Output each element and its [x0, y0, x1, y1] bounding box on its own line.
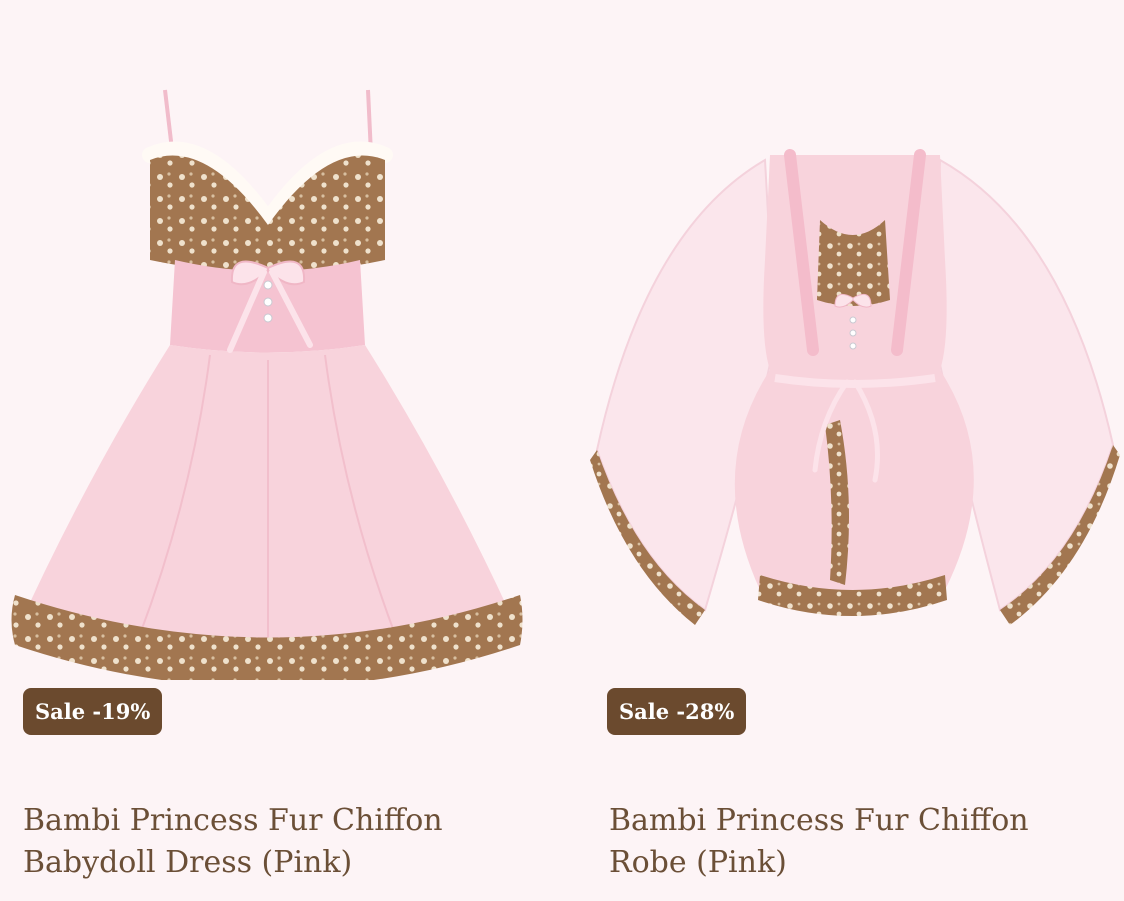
- product-title-line[interactable]: Bambi Princess Fur Chiffon: [609, 800, 1109, 842]
- product-title-line[interactable]: Bambi Princess Fur Chiffon: [23, 800, 543, 842]
- robe-image[interactable]: [585, 140, 1124, 720]
- product-title[interactable]: Bambi Princess Fur Chiffon Babydoll Dres…: [23, 800, 543, 884]
- product-title[interactable]: Bambi Princess Fur Chiffon Robe (Pink): [609, 800, 1109, 884]
- product-title-line[interactable]: Robe (Pink): [609, 842, 1109, 884]
- product-card-babydoll[interactable]: Sale -19% Bambi Princess Fur Chiffon Bab…: [0, 0, 560, 901]
- product-title-line[interactable]: Babydoll Dress (Pink): [23, 842, 543, 884]
- sale-badge: Sale -19%: [23, 688, 163, 735]
- sale-badge: Sale -28%: [607, 688, 747, 735]
- product-card-robe[interactable]: Sale -28% Bambi Princess Fur Chiffon Rob…: [585, 0, 1124, 901]
- babydoll-dress-image[interactable]: [0, 60, 540, 680]
